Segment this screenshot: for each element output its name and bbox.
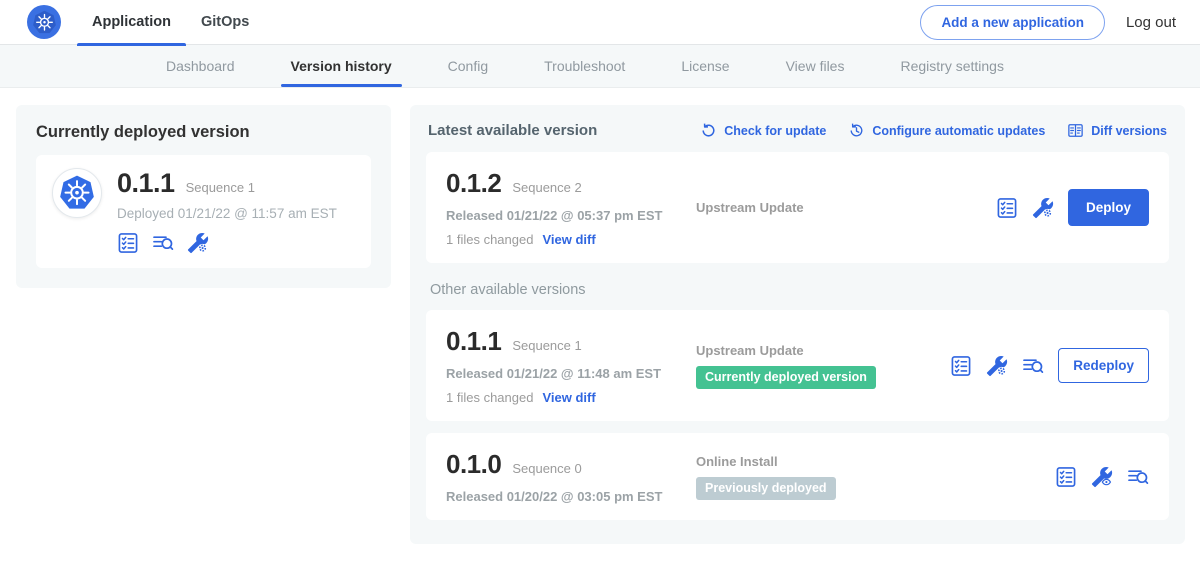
- kubernetes-logo-icon: [27, 5, 61, 39]
- subnav-tab-view-files[interactable]: View files: [758, 45, 873, 87]
- version-card-0-1-0: 0.1.0 Sequence 0 Released 01/20/22 @ 03:…: [426, 433, 1169, 520]
- release-notes-icon[interactable]: [1055, 466, 1077, 488]
- refresh-icon: [700, 122, 717, 139]
- diff-versions-label: Diff versions: [1091, 124, 1167, 138]
- view-diff-link[interactable]: View diff: [542, 390, 595, 405]
- version-card-0-1-1: 0.1.1 Sequence 1 Released 01/21/22 @ 11:…: [426, 310, 1169, 421]
- release-notes-icon[interactable]: [950, 355, 972, 377]
- latest-available-title: Latest available version: [428, 122, 597, 139]
- edit-config-icon[interactable]: [986, 355, 1008, 377]
- main-content: Currently deployed version 0.1.1 Sequenc…: [0, 88, 1200, 544]
- subnav-tab-license[interactable]: License: [653, 45, 757, 87]
- subnav-tab-dashboard[interactable]: Dashboard: [138, 45, 263, 87]
- sequence-label: Sequence 2: [512, 180, 581, 195]
- previously-deployed-badge: Previously deployed: [696, 477, 836, 500]
- view-logs-icon[interactable]: [1022, 355, 1044, 377]
- configure-automatic-updates-link[interactable]: Configure automatic updates: [848, 122, 1045, 139]
- view-diff-link[interactable]: View diff: [542, 232, 595, 247]
- currently-deployed-panel: Currently deployed version 0.1.1 Sequenc…: [16, 105, 391, 288]
- available-versions-panel: Latest available version Check for updat…: [410, 105, 1185, 544]
- release-notes-icon[interactable]: [996, 197, 1018, 219]
- subnav-tab-registry-settings[interactable]: Registry settings: [872, 45, 1031, 87]
- release-notes-icon[interactable]: [117, 232, 139, 254]
- topnav-right: Add a new application Log out: [920, 5, 1176, 40]
- subnav-tab-version-history-label: Version history: [291, 58, 392, 74]
- view-logs-icon[interactable]: [152, 232, 174, 254]
- check-for-update-label: Check for update: [724, 124, 826, 138]
- add-application-button[interactable]: Add a new application: [920, 5, 1105, 40]
- released-timestamp: Released 01/21/22 @ 05:37 pm EST: [446, 208, 696, 223]
- deployed-sequence-label: Sequence 1: [186, 180, 255, 195]
- view-logs-icon[interactable]: [1127, 466, 1149, 488]
- version-number: 0.1.1: [446, 326, 501, 357]
- tab-gitops-label: GitOps: [201, 14, 249, 30]
- sequence-label: Sequence 1: [512, 338, 581, 353]
- released-timestamp: Released 01/21/22 @ 11:48 am EST: [446, 366, 696, 381]
- subnav-tab-version-history[interactable]: Version history: [263, 45, 420, 87]
- app-kubernetes-logo-icon: [52, 168, 102, 218]
- version-card-0-1-2: 0.1.2 Sequence 2 Released 01/21/22 @ 05:…: [426, 152, 1169, 263]
- tab-gitops[interactable]: GitOps: [186, 0, 264, 45]
- version-number: 0.1.0: [446, 449, 501, 480]
- version-source-label: Upstream Update: [696, 200, 986, 215]
- currently-deployed-badge: Currently deployed version: [696, 366, 876, 389]
- subnav-tab-license-label: License: [681, 58, 729, 74]
- diff-versions-link[interactable]: Diff versions: [1067, 122, 1167, 139]
- sequence-label: Sequence 0: [512, 461, 581, 476]
- version-source-label: Online Install: [696, 454, 1045, 469]
- tab-application[interactable]: Application: [77, 0, 186, 45]
- files-changed-label: 1 files changed: [446, 232, 533, 247]
- version-source-label: Upstream Update: [696, 343, 940, 358]
- schedule-update-icon: [848, 122, 865, 139]
- deployed-version-info: 0.1.1 Sequence 1 Deployed 01/21/22 @ 11:…: [117, 168, 337, 254]
- subnav-tab-registry-settings-label: Registry settings: [900, 58, 1003, 74]
- subnav-tab-troubleshoot-label: Troubleshoot: [544, 58, 625, 74]
- deployed-timestamp: Deployed 01/21/22 @ 11:57 am EST: [117, 206, 337, 221]
- version-number: 0.1.2: [446, 168, 501, 199]
- view-config-icon[interactable]: [1091, 466, 1113, 488]
- currently-deployed-title: Currently deployed version: [36, 123, 371, 142]
- edit-config-icon[interactable]: [1032, 197, 1054, 219]
- diff-icon: [1067, 122, 1084, 139]
- redeploy-button[interactable]: Redeploy: [1058, 348, 1149, 383]
- app-subnav: Dashboard Version history Config Trouble…: [0, 45, 1200, 88]
- deployed-version-number: 0.1.1: [117, 168, 175, 199]
- subnav-tab-config[interactable]: Config: [420, 45, 516, 87]
- subnav-tab-view-files-label: View files: [786, 58, 845, 74]
- files-changed-label: 1 files changed: [446, 390, 533, 405]
- top-navbar: Application GitOps Add a new application…: [0, 0, 1200, 45]
- subnav-tab-troubleshoot[interactable]: Troubleshoot: [516, 45, 653, 87]
- other-versions-title: Other available versions: [430, 282, 1165, 298]
- subnav-tab-config-label: Config: [448, 58, 488, 74]
- released-timestamp: Released 01/20/22 @ 03:05 pm EST: [446, 489, 696, 504]
- deploy-button[interactable]: Deploy: [1068, 189, 1149, 226]
- subnav-tab-dashboard-label: Dashboard: [166, 58, 235, 74]
- tab-application-label: Application: [92, 14, 171, 30]
- edit-config-icon[interactable]: [187, 232, 209, 254]
- deployed-version-card: 0.1.1 Sequence 1 Deployed 01/21/22 @ 11:…: [36, 155, 371, 268]
- logout-link[interactable]: Log out: [1126, 14, 1176, 31]
- check-for-update-link[interactable]: Check for update: [700, 122, 826, 139]
- configure-automatic-updates-label: Configure automatic updates: [872, 124, 1045, 138]
- top-nav: Application GitOps: [77, 0, 264, 45]
